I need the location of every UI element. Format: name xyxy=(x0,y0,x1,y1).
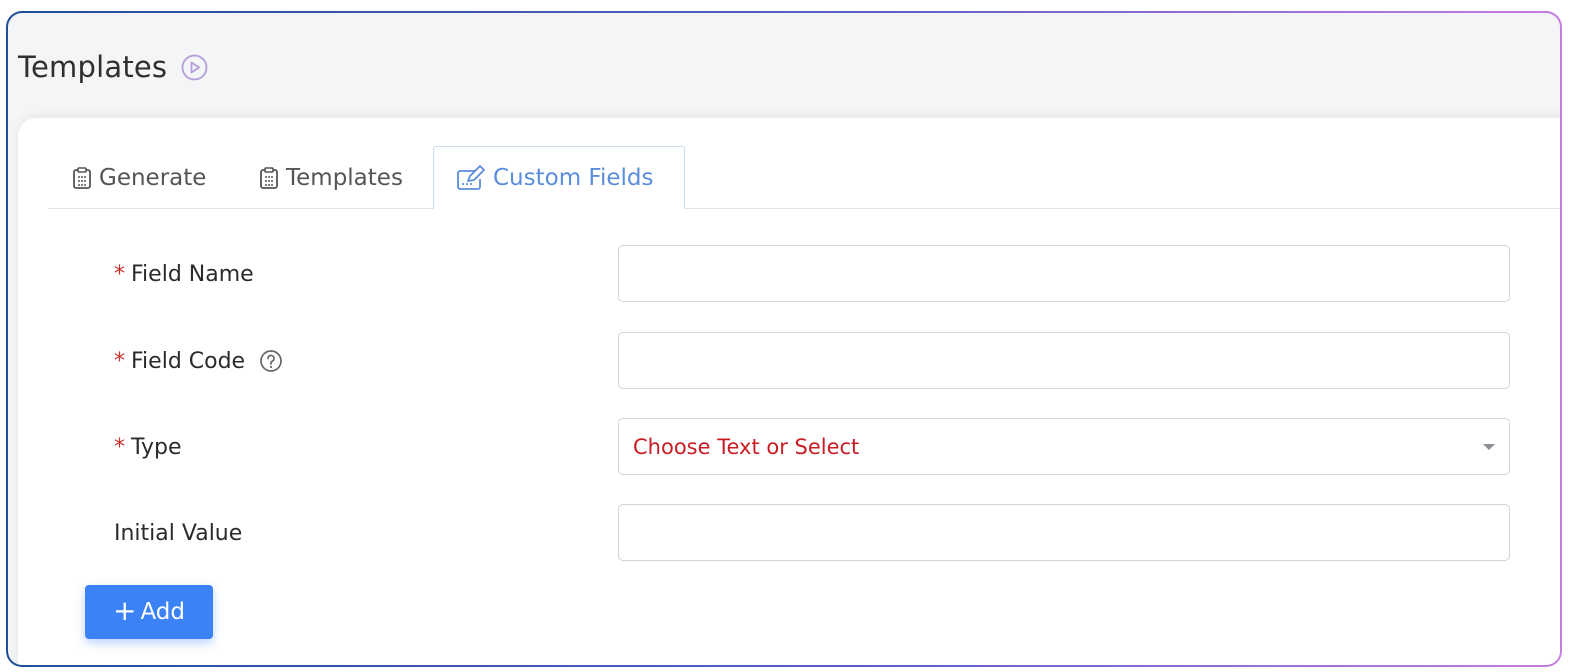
chevron-down-icon xyxy=(1483,444,1495,450)
tab-custom-fields[interactable]: Custom Fields xyxy=(433,146,685,209)
field-name-label-text: Field Name xyxy=(131,261,254,287)
field-code-input[interactable] xyxy=(618,332,1510,389)
required-mark: * xyxy=(114,348,125,374)
clipboard-icon xyxy=(72,166,92,190)
tab-bar: Generate Templates Custom Fields xyxy=(48,146,1560,209)
plus-icon: + xyxy=(113,593,137,627)
clipboard-icon xyxy=(259,166,279,190)
field-name-row: * Field Name xyxy=(18,245,1560,303)
tab-generate-label: Generate xyxy=(99,164,207,191)
window-content: Templates Generate Templates Custom Fiel… xyxy=(8,13,1560,665)
type-select[interactable]: Choose Text or Select xyxy=(618,418,1510,475)
field-code-row: * Field Code xyxy=(18,332,1560,390)
add-button-label: Add xyxy=(140,599,185,625)
add-button[interactable]: + Add xyxy=(85,585,213,639)
type-label-text: Type xyxy=(131,434,182,460)
page-header: Templates xyxy=(18,50,208,84)
window-frame: Templates Generate Templates Custom Fiel… xyxy=(6,11,1562,667)
required-mark: * xyxy=(114,434,125,460)
tab-templates-label: Templates xyxy=(286,164,403,191)
initial-value-label: Initial Value xyxy=(114,504,242,562)
page-title: Templates xyxy=(18,50,168,84)
type-select-value: Choose Text or Select xyxy=(633,434,860,459)
tab-generate[interactable]: Generate xyxy=(72,146,206,209)
initial-value-input[interactable] xyxy=(618,504,1510,561)
initial-value-label-text: Initial Value xyxy=(114,520,243,546)
tab-templates[interactable]: Templates xyxy=(259,146,403,209)
initial-value-row: Initial Value xyxy=(18,504,1560,562)
field-code-label-text: Field Code xyxy=(131,348,246,374)
field-name-input[interactable] xyxy=(618,245,1510,302)
field-name-label: * Field Name xyxy=(114,245,254,303)
question-circle-icon[interactable] xyxy=(259,349,283,373)
field-code-label: * Field Code xyxy=(114,332,283,390)
type-label: * Type xyxy=(114,418,182,476)
play-circle-icon[interactable] xyxy=(181,54,208,81)
required-mark: * xyxy=(114,261,125,287)
content-card: Generate Templates Custom Fields * Field… xyxy=(18,118,1560,665)
tab-custom-fields-label: Custom Fields xyxy=(493,164,654,191)
edit-icon xyxy=(456,164,486,191)
type-row: * Type Choose Text or Select xyxy=(18,418,1560,476)
